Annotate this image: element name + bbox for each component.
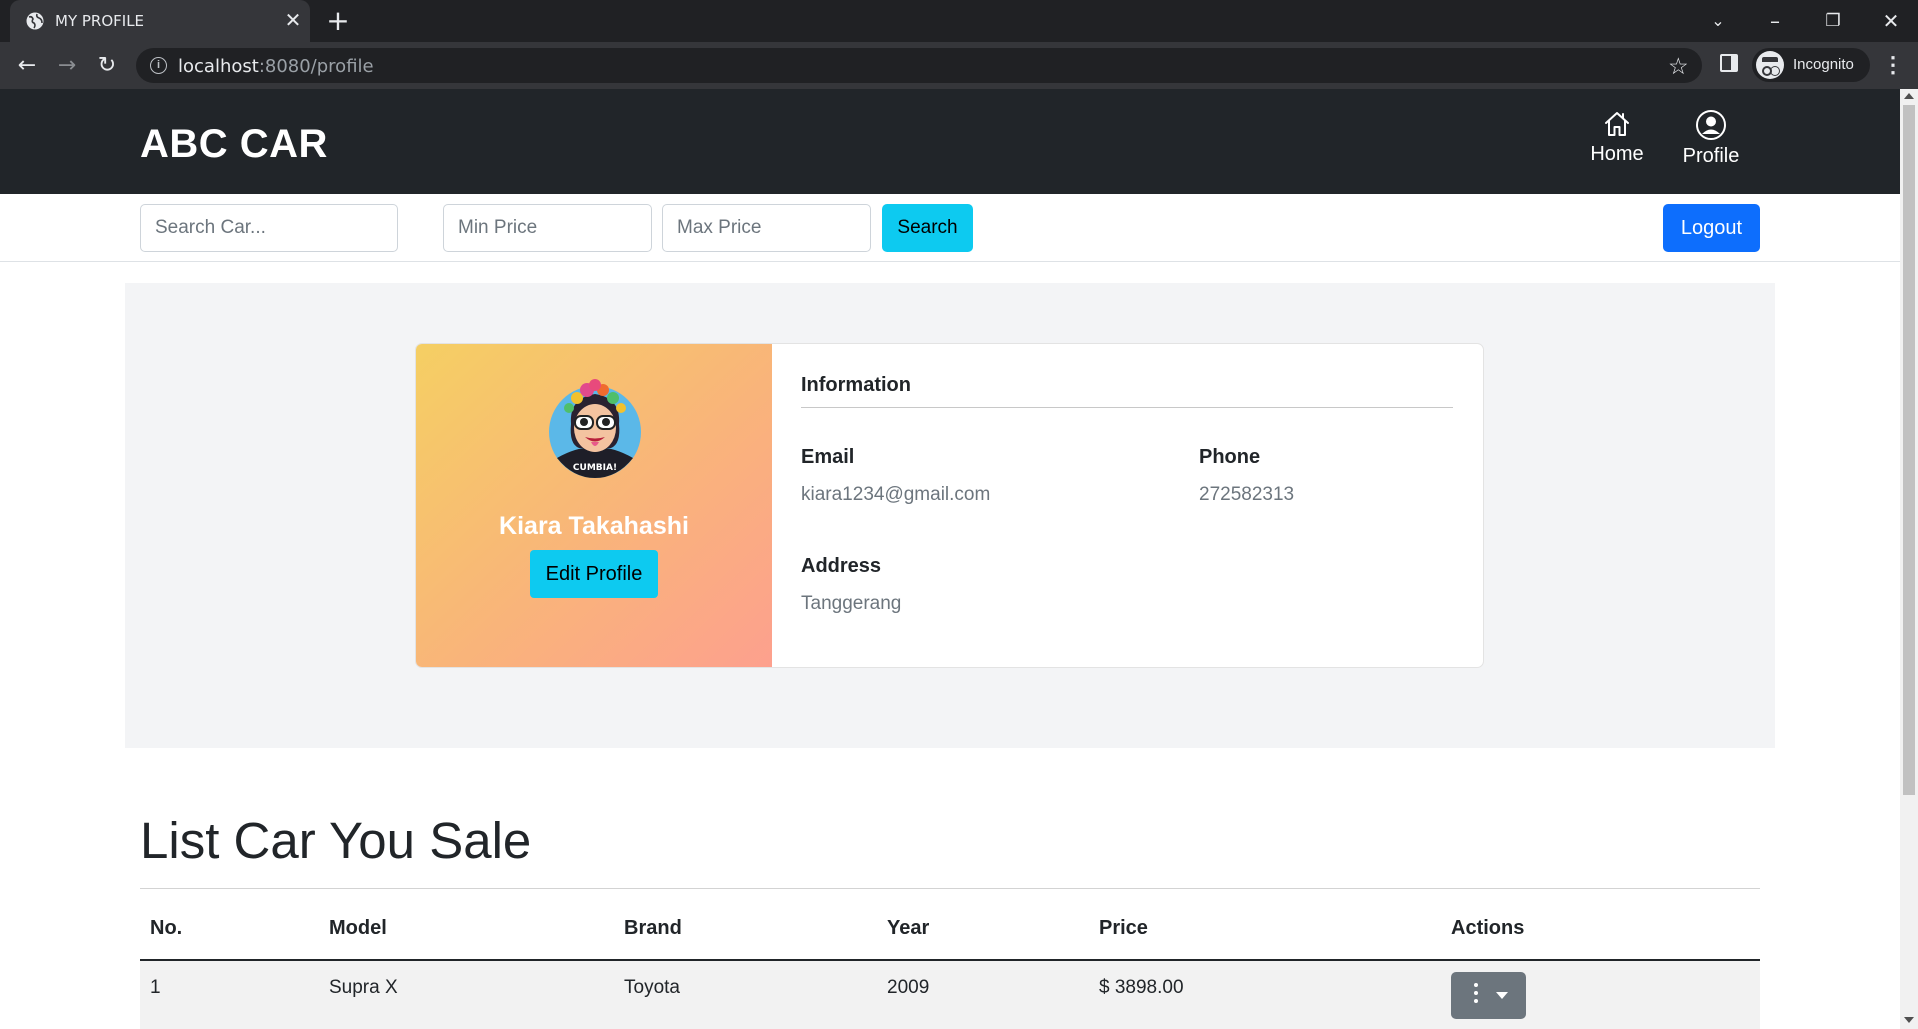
- profile-card-header: CUMBIA! Kiara Takahashi Edit Profile: [416, 344, 772, 667]
- phone-value: 272582313: [1199, 484, 1295, 505]
- profile-name: Kiara Takahashi: [499, 512, 689, 540]
- actions-dropdown-button[interactable]: [1451, 972, 1526, 1019]
- scrollbar-thumb[interactable]: [1903, 105, 1915, 795]
- page-scrollbar[interactable]: [1900, 89, 1918, 1029]
- incognito-badge[interactable]: Incognito: [1752, 48, 1870, 82]
- cell-price: $ 3898.00: [1099, 977, 1184, 998]
- email-value: kiara1234@gmail.com: [801, 484, 991, 505]
- profile-section: CUMBIA! Kiara Takahashi Edit Profile Inf…: [125, 283, 1775, 748]
- minimize-icon[interactable]: –: [1760, 7, 1790, 35]
- cell-model: Supra X: [329, 977, 398, 998]
- email-label: Email: [801, 446, 855, 468]
- max-price-input[interactable]: [662, 204, 871, 252]
- edit-profile-button[interactable]: Edit Profile: [530, 550, 658, 598]
- tab-title: MY PROFILE: [55, 12, 145, 30]
- search-bar: Search Logout: [0, 194, 1900, 262]
- svg-text:CUMBIA!: CUMBIA!: [573, 463, 617, 473]
- column-header-year: Year: [887, 917, 930, 939]
- logout-button[interactable]: Logout: [1663, 204, 1760, 252]
- cell-no: 1: [150, 977, 161, 998]
- browser-tab[interactable]: MY PROFILE ✕: [10, 0, 310, 42]
- nav-home[interactable]: Home: [1572, 109, 1662, 179]
- scroll-down-icon[interactable]: [1904, 1017, 1914, 1023]
- brand-logo[interactable]: ABC CAR: [140, 122, 328, 167]
- column-header-model: Model: [329, 917, 387, 939]
- cell-year: 2009: [887, 977, 930, 998]
- column-header-actions: Actions: [1451, 917, 1525, 939]
- site-info-icon[interactable]: i: [150, 57, 167, 74]
- information-heading: Information: [801, 374, 911, 396]
- new-tab-icon[interactable]: +: [325, 7, 351, 35]
- address-bar[interactable]: i localhost:8080/profile ☆: [136, 48, 1702, 83]
- search-car-input[interactable]: [140, 204, 398, 252]
- globe-icon: [26, 12, 44, 30]
- information-divider: [801, 407, 1453, 408]
- browser-toolbar: ← → ↻ i localhost:8080/profile ☆ Incogni…: [0, 42, 1918, 89]
- browser-menu-icon[interactable]: ⋮: [1882, 52, 1904, 78]
- browser-tab-strip: MY PROFILE ✕ + ⌄ – ❐ ✕: [0, 0, 1918, 42]
- close-tab-icon[interactable]: ✕: [282, 10, 304, 32]
- site-navbar: ABC CAR Home Profile: [0, 89, 1900, 194]
- nav-profile[interactable]: Profile: [1666, 109, 1756, 179]
- restore-icon[interactable]: ❐: [1818, 7, 1848, 35]
- address-label: Address: [801, 555, 882, 577]
- search-button[interactable]: Search: [882, 204, 973, 252]
- column-header-no: No.: [150, 917, 183, 939]
- forward-icon[interactable]: →: [52, 52, 82, 80]
- cell-brand: Toyota: [624, 977, 680, 998]
- address-value: Tanggerang: [801, 593, 902, 614]
- vertical-dots-icon: [1474, 983, 1478, 1003]
- incognito-icon: [1756, 51, 1784, 79]
- column-header-price: Price: [1099, 917, 1148, 939]
- reload-icon[interactable]: ↻: [92, 52, 122, 80]
- table-row: 1 Supra X Toyota 2009 $ 3898.00: [140, 961, 1760, 1029]
- page-viewport: ABC CAR Home Profile Search Logout: [0, 89, 1900, 1029]
- scroll-up-icon[interactable]: [1904, 93, 1914, 99]
- phone-label: Phone: [1199, 446, 1261, 468]
- car-list-divider: [140, 888, 1760, 889]
- profile-information: Information Email kiara1234@gmail.com Ph…: [772, 344, 1483, 667]
- car-list-title: List Car You Sale: [140, 812, 532, 869]
- avatar: CUMBIA!: [549, 379, 641, 478]
- column-header-brand: Brand: [624, 917, 682, 939]
- bookmark-star-icon[interactable]: ☆: [1668, 53, 1689, 80]
- caret-down-icon: [1496, 992, 1508, 999]
- tab-search-chevron-icon[interactable]: ⌄: [1703, 7, 1733, 35]
- min-price-input[interactable]: [443, 204, 652, 252]
- url-text[interactable]: localhost:8080/profile: [178, 56, 374, 77]
- side-panel-icon[interactable]: [1720, 54, 1738, 72]
- close-window-icon[interactable]: ✕: [1876, 7, 1906, 35]
- profile-card: CUMBIA! Kiara Takahashi Edit Profile Inf…: [415, 343, 1484, 668]
- back-icon[interactable]: ←: [12, 52, 42, 80]
- user-circle-icon: [1696, 110, 1726, 140]
- home-icon: [1605, 112, 1629, 136]
